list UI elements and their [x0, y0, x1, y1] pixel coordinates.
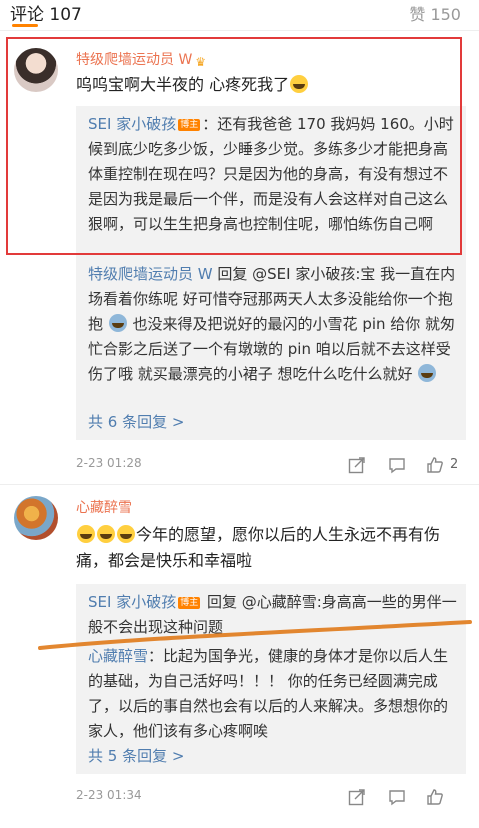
- active-tab-indicator: [12, 24, 38, 27]
- avatar[interactable]: [14, 496, 58, 540]
- reply-box[interactable]: SEI 家小破孩 博主 回复 @心藏醉雪:身高高一些的男伴一般不会出现这种问题 心…: [76, 584, 466, 774]
- comment-username[interactable]: 心藏醉雪: [76, 497, 132, 517]
- reply-username[interactable]: 特级爬墙运动员 W: [88, 265, 213, 283]
- username-text[interactable]: 心藏醉雪: [76, 500, 132, 516]
- share-icon[interactable]: [348, 456, 366, 474]
- tab-likes[interactable]: 赞 150: [409, 1, 461, 25]
- more-replies-link[interactable]: 共 5 条回复 >: [88, 745, 184, 766]
- like-icon[interactable]: [426, 788, 444, 806]
- blogger-badge: 博主: [178, 597, 201, 609]
- reply-item[interactable]: 特级爬墙运动员 W 回复 @SEI 家小破孩:宝 我一直在内场看着你练呢 好可惜…: [88, 262, 458, 387]
- comment-icon[interactable]: [388, 456, 406, 474]
- crying-emoji-icon: [117, 525, 135, 543]
- divider: [0, 30, 479, 31]
- underline-annotation: [38, 620, 472, 650]
- comment-meta: 2-23 01:28 2: [76, 456, 468, 476]
- reply-text-continued: 也没来得及把说好的最闪的小雪花 pin 给你 就匆忙合影之后送了一个有墩墩的 p…: [88, 315, 456, 383]
- like-icon[interactable]: [426, 456, 444, 474]
- timestamp: 2-23 01:28: [76, 456, 142, 470]
- hug-emoji-icon: [418, 364, 437, 382]
- comments-header: 评论 107 赞 150: [0, 0, 479, 28]
- share-icon[interactable]: [348, 788, 366, 806]
- comment-icon[interactable]: [388, 788, 406, 806]
- timestamp: 2-23 01:34: [76, 788, 142, 802]
- crying-emoji-icon: [77, 525, 95, 543]
- more-replies-link[interactable]: 共 6 条回复 >: [88, 411, 184, 432]
- comment-meta: 2-23 01:34: [76, 788, 468, 808]
- divider: [0, 484, 479, 485]
- crying-emoji-icon: [97, 525, 115, 543]
- hug-emoji-icon: [108, 314, 127, 332]
- tab-comments[interactable]: 评论 107: [10, 0, 82, 25]
- reply-username[interactable]: SEI 家小破孩: [88, 593, 176, 611]
- like-count: 2: [450, 457, 459, 472]
- reply-item[interactable]: 心藏醉雪：比起为国争光，健康的身体才是你以后人生的基础，为自己活好吗！！！ 你的…: [88, 644, 458, 744]
- highlight-box: [6, 37, 462, 255]
- comment-text: 今年的愿望，愿你以后的人生永远不再有伤痛，都会是快乐和幸福啦: [76, 522, 468, 574]
